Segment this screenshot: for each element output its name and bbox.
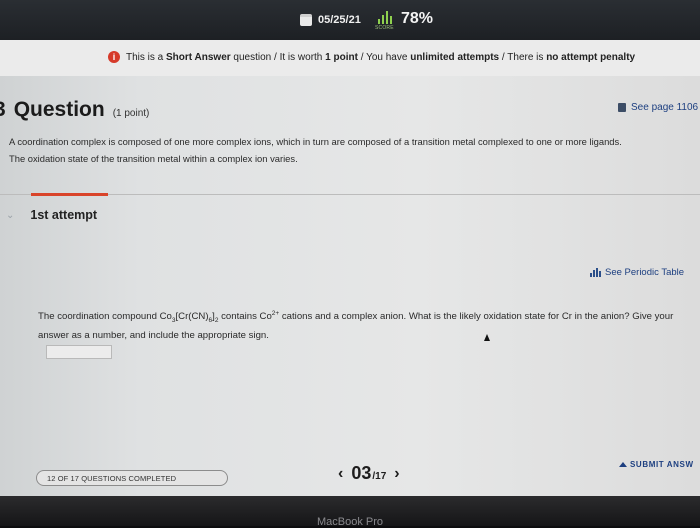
- total-questions: /17: [372, 471, 387, 482]
- question-points: (1 point): [112, 108, 150, 119]
- mouse-cursor-icon: [484, 334, 490, 341]
- book-icon: [618, 103, 626, 112]
- question-description: A coordination complex is composed of on…: [9, 133, 699, 167]
- calendar-icon: [300, 14, 312, 26]
- bezel-brand-label: MacBook Pro: [316, 516, 384, 528]
- attempt-tab-indicator: [31, 193, 108, 196]
- attempt-header[interactable]: ⌄ 1st attempt: [6, 208, 97, 222]
- question-number: 3: [0, 98, 6, 122]
- footer-bar: 12 OF 17 QUESTIONS COMPLETED ‹ 03 /17 › …: [0, 448, 700, 496]
- see-page-link[interactable]: See page 1106: [618, 102, 698, 113]
- chevron-down-icon[interactable]: ⌄: [6, 210, 14, 221]
- description-line-1: A coordination complex is composed of on…: [9, 136, 622, 147]
- see-page-label: See page 1106: [631, 102, 699, 113]
- date-text: 05/25/21: [318, 14, 361, 26]
- periodic-table-label: See Periodic Table: [605, 267, 685, 278]
- question-prompt: The coordination compound Co3[Cr(CN)6]2 …: [38, 310, 674, 342]
- info-banner: i This is a Short Answer question / It i…: [0, 40, 700, 76]
- score-display: SCORE 78%: [375, 6, 433, 32]
- description-line-2: The oxidation state of the transition me…: [9, 153, 298, 164]
- progress-text: 12 OF 17 QUESTIONS COMPLETED: [47, 473, 177, 483]
- score-chart-icon: SCORE: [375, 7, 397, 31]
- info-text: This is a Short Answer question / It is …: [126, 51, 636, 63]
- submit-answer-button[interactable]: SUBMIT ANSW: [619, 460, 694, 469]
- answer-input[interactable]: [46, 345, 112, 359]
- progress-indicator: 12 OF 17 QUESTIONS COMPLETED: [36, 470, 228, 486]
- score-icon-label: SCORE: [375, 25, 394, 31]
- attempt-label: 1st attempt: [30, 208, 98, 222]
- question-panel: i This is a Short Answer question / It i…: [0, 40, 700, 496]
- info-icon: i: [108, 51, 120, 63]
- current-question-number: 03: [351, 463, 372, 483]
- score-value: 78%: [401, 10, 434, 27]
- submit-label: SUBMIT ANSW: [630, 460, 694, 469]
- question-label: Question: [13, 98, 105, 121]
- top-bar: 05/25/21 SCORE 78%: [0, 0, 700, 40]
- question-title: 3 Question (1 point): [0, 98, 149, 122]
- periodic-table-icon: [590, 268, 601, 277]
- next-question-button[interactable]: ›: [394, 465, 399, 483]
- prev-question-button[interactable]: ‹: [338, 465, 343, 483]
- question-pager: ‹ 03 /17 ›: [338, 463, 400, 484]
- periodic-table-link[interactable]: See Periodic Table: [590, 267, 684, 278]
- submit-arrow-icon: [619, 462, 627, 467]
- date-display: 05/25/21: [300, 11, 361, 29]
